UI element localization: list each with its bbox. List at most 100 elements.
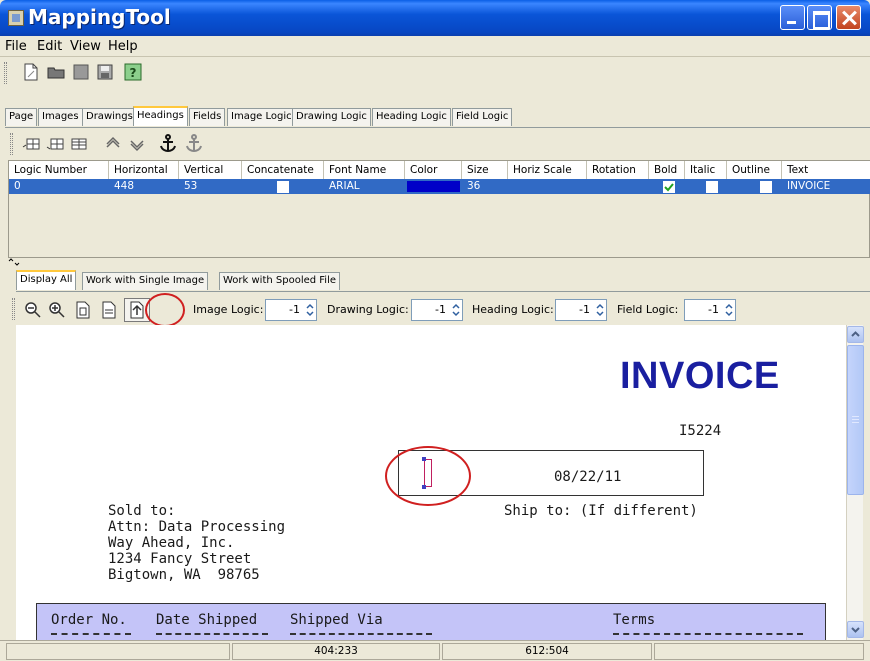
order-table-header: Order No. Date Shipped Shipped Via Terms	[36, 603, 826, 640]
col-vertical[interactable]: Vertical	[179, 161, 242, 179]
toolbar-grip[interactable]	[10, 133, 13, 155]
checkmark-icon	[664, 183, 674, 192]
bold-checkbox[interactable]	[663, 181, 675, 193]
minimize-button[interactable]	[780, 5, 805, 30]
vertical-scrollbar[interactable]	[846, 325, 864, 640]
heading-logic-spinner[interactable]: -1	[555, 299, 607, 321]
tab-work-spooled-file[interactable]: Work with Spooled File	[219, 272, 341, 290]
field-logic-spinner[interactable]: -1	[684, 299, 736, 321]
headings-table: Logic Number Horizontal Vertical Concate…	[8, 160, 870, 258]
anchor-icon[interactable]	[158, 133, 178, 153]
invoice-heading[interactable]: INVOICE	[620, 355, 780, 398]
col-concatenate[interactable]: Concatenate	[242, 161, 324, 179]
chevron-down-icon	[851, 627, 860, 633]
tab-field-logic[interactable]: Field Logic	[452, 108, 513, 126]
invoice-date: 08/22/11	[554, 469, 622, 485]
new-document-icon[interactable]	[22, 63, 40, 81]
header-shipped-via: Shipped Via	[290, 612, 383, 628]
scroll-down-button[interactable]	[847, 621, 864, 638]
tab-display-all[interactable]: Display All	[16, 270, 77, 290]
col-italic[interactable]: Italic	[685, 161, 727, 179]
close-button[interactable]	[836, 5, 861, 30]
col-horiz-scale[interactable]: Horiz Scale	[508, 161, 587, 179]
toolbar-grip[interactable]	[4, 62, 7, 84]
concatenate-checkbox[interactable]	[277, 181, 289, 193]
spinner-arrows-icon[interactable]	[724, 303, 734, 317]
upload-icon	[130, 301, 144, 319]
image-logic-spinner[interactable]: -1	[265, 299, 317, 321]
maximize-button[interactable]	[807, 5, 832, 30]
drawing-logic-label: Drawing Logic:	[327, 303, 409, 316]
main-toolbar: ?	[0, 56, 870, 106]
save-as-icon[interactable]	[96, 63, 114, 81]
address-line: Attn: Data Processing	[108, 519, 286, 535]
col-font-name[interactable]: Font Name	[324, 161, 405, 179]
tab-work-single-image[interactable]: Work with Single Image	[82, 272, 209, 290]
bottom-tabs: Display All Work with Single Image Work …	[16, 270, 870, 292]
cell-vertical[interactable]: 53	[179, 179, 197, 194]
open-folder-icon[interactable]	[47, 63, 65, 81]
chevron-up-icon	[851, 331, 860, 337]
col-logic-number[interactable]: Logic Number	[9, 161, 109, 179]
insert-row-before-icon[interactable]	[22, 135, 40, 153]
insert-row-after-icon[interactable]	[46, 135, 64, 153]
tab-heading-logic[interactable]: Heading Logic	[372, 108, 451, 126]
menu-help[interactable]: Help	[108, 39, 138, 54]
menu-file[interactable]: File	[5, 39, 27, 54]
menu-view[interactable]: View	[70, 39, 101, 54]
move-up-icon[interactable]	[104, 135, 122, 153]
tab-images[interactable]: Images	[38, 108, 83, 126]
col-color[interactable]: Color	[405, 161, 462, 179]
cell-text[interactable]: INVOICE	[782, 179, 830, 194]
delete-row-icon[interactable]	[70, 135, 88, 153]
color-swatch[interactable]	[407, 181, 460, 192]
fit-page-icon[interactable]	[74, 301, 92, 319]
spinner-arrows-icon[interactable]	[595, 303, 605, 317]
field-logic-label: Field Logic:	[617, 303, 679, 316]
cell-horizontal[interactable]: 448	[109, 179, 134, 194]
display-toolbar: Image Logic: -1 Drawing Logic: -1 Headin…	[8, 292, 870, 326]
collapse-arrows-icon[interactable]	[8, 258, 20, 266]
table-row[interactable]: 0 448 53 ARIAL 36 INVOICE	[9, 179, 870, 194]
save-icon[interactable]	[72, 63, 90, 81]
move-down-icon[interactable]	[128, 135, 146, 153]
cell-font-name[interactable]: ARIAL	[324, 179, 360, 194]
tab-headings[interactable]: Headings	[133, 106, 188, 126]
col-bold[interactable]: Bold	[649, 161, 685, 179]
toolbar-grip[interactable]	[12, 298, 15, 320]
header-terms: Terms	[613, 612, 656, 628]
tab-image-logic[interactable]: Image Logic	[227, 108, 296, 126]
col-size[interactable]: Size	[462, 161, 508, 179]
anchor-disabled-icon[interactable]	[184, 133, 204, 153]
status-coordinate-end: 612:504	[442, 643, 652, 660]
status-bar: 404:233 612:504	[0, 640, 870, 661]
fit-width-icon[interactable]	[100, 301, 118, 319]
italic-checkbox[interactable]	[706, 181, 718, 193]
zoom-out-icon[interactable]	[24, 301, 42, 319]
col-horizontal[interactable]: Horizontal	[109, 161, 179, 179]
cell-size[interactable]: 36	[462, 179, 480, 194]
window-title: MappingTool	[28, 5, 171, 29]
menu-edit[interactable]: Edit	[37, 39, 62, 54]
cell-logic-number[interactable]: 0	[9, 179, 21, 194]
help-icon[interactable]: ?	[124, 63, 142, 81]
scroll-thumb[interactable]	[847, 345, 864, 495]
col-rotation[interactable]: Rotation	[587, 161, 649, 179]
scroll-up-button[interactable]	[847, 326, 864, 343]
tab-drawing-logic[interactable]: Drawing Logic	[292, 108, 371, 126]
tab-drawings[interactable]: Drawings	[82, 108, 137, 126]
tab-page[interactable]: Page	[5, 108, 38, 126]
split-pane-divider[interactable]	[8, 258, 870, 266]
col-text[interactable]: Text	[782, 161, 870, 179]
drawing-logic-spinner[interactable]: -1	[411, 299, 463, 321]
outline-checkbox[interactable]	[760, 181, 772, 193]
col-outline[interactable]: Outline	[727, 161, 782, 179]
spinner-arrows-icon[interactable]	[451, 303, 461, 317]
annotation-circle	[385, 446, 471, 506]
svg-text:?: ?	[130, 66, 137, 80]
address-line: 1234 Fancy Street	[108, 551, 252, 567]
spinner-arrows-icon[interactable]	[305, 303, 315, 317]
app-icon	[8, 10, 24, 26]
zoom-in-icon[interactable]	[48, 301, 66, 319]
tab-fields[interactable]: Fields	[189, 108, 226, 126]
